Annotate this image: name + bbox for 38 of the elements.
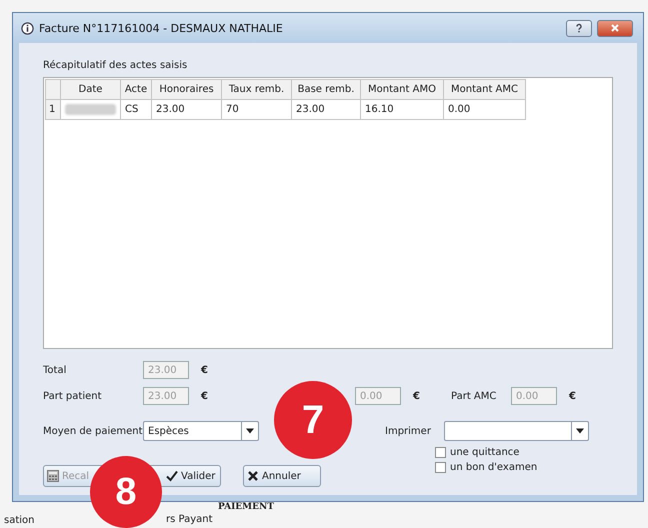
help-button[interactable]: [566, 20, 592, 36]
payment-dropdown[interactable]: Espèces: [143, 421, 259, 441]
field-label: Part AMC: [451, 390, 498, 402]
cancel-button[interactable]: Annuler: [243, 465, 321, 487]
currency-symbol: €: [569, 390, 577, 402]
currency-symbol: €: [201, 390, 209, 402]
column-header[interactable]: Acte: [120, 79, 152, 100]
field-label: Imprimer: [385, 426, 432, 436]
column-header[interactable]: Base remb.: [291, 79, 361, 100]
table-cell: 0.00: [443, 99, 526, 120]
row-number: 1: [45, 99, 61, 120]
info-icon: [21, 22, 34, 34]
field-label: Moyen de paiement: [43, 426, 143, 436]
column-header[interactable]: Date: [60, 79, 121, 100]
column-header[interactable]: Montant AMC: [443, 79, 526, 100]
close-icon: [610, 23, 620, 33]
checkbox[interactable]: [435, 462, 446, 473]
help-icon: [574, 23, 584, 33]
section-heading: Récapitulatif des actes saisis: [43, 60, 188, 71]
currency-symbol: €: [201, 364, 209, 376]
calculator-icon: [47, 470, 59, 482]
section-title: PAIEMENT: [218, 502, 274, 512]
print-dropdown[interactable]: [444, 421, 589, 441]
close-button[interactable]: [597, 20, 633, 36]
cancel-icon: [247, 470, 259, 482]
field-label: Total: [43, 364, 68, 376]
print-option-checkbox[interactable]: une quittance: [435, 447, 585, 458]
check-icon: [166, 470, 178, 482]
print-option-checkbox[interactable]: un bon d'examen: [435, 462, 585, 473]
currency-symbol: €: [413, 390, 421, 402]
checkbox[interactable]: [435, 447, 446, 458]
column-header[interactable]: Honoraires: [151, 79, 222, 100]
column-header[interactable]: Montant AMO: [360, 79, 444, 100]
window-title: Facture N°117161004 - DESMAUX NATHALIE: [39, 22, 283, 34]
field-label: Part patient: [43, 390, 103, 402]
column-header[interactable]: Taux remb.: [221, 79, 292, 100]
background-text: sation: [4, 515, 34, 526]
background-text: rs Payant: [166, 514, 213, 525]
